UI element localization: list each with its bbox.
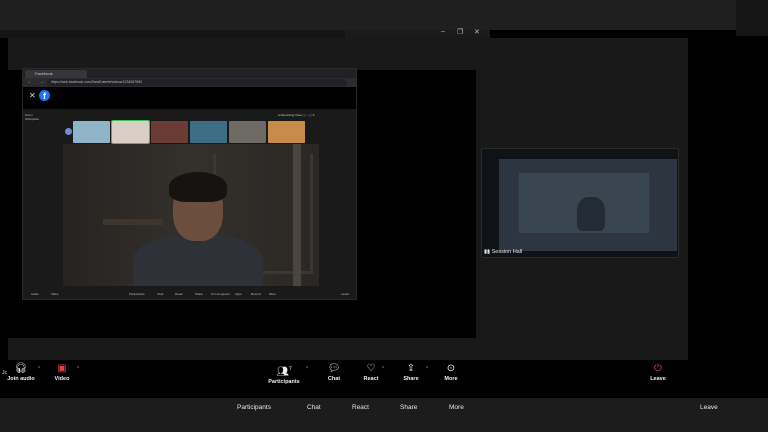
video-options-chevron-icon[interactable]: ⌃ — [76, 366, 80, 372]
speaker-hair — [169, 172, 227, 202]
inner-toolbar-item[interactable]: Participants — [129, 292, 145, 296]
heart-icon: ♡ — [366, 363, 376, 374]
participants-options-chevron-icon[interactable]: ⌃ — [305, 366, 309, 372]
headphones-icon: 🎧︎ — [14, 363, 28, 374]
inner-toolbar-item[interactable]: Video — [51, 292, 59, 296]
bottom-participants[interactable]: Participants — [237, 404, 271, 411]
inner-toolbar-item[interactable]: Chat — [157, 292, 163, 296]
top-title-bar — [0, 0, 736, 30]
participant-thumbnail[interactable] — [73, 121, 110, 143]
inner-toolbar-item[interactable]: Leave — [341, 292, 349, 296]
user-initials: Jc — [2, 370, 7, 376]
bottom-leave[interactable]: Leave — [700, 404, 718, 411]
bottom-react[interactable]: React — [352, 404, 369, 411]
bottom-toolbar-strip: Participants Chat React Share More Leave — [0, 398, 768, 432]
participant-thumbnail[interactable] — [111, 120, 150, 144]
speaker-body — [133, 234, 263, 286]
inner-toolbar-item[interactable]: Record — [251, 292, 261, 296]
share-screen-icon: ⇪ — [406, 363, 416, 374]
restore-button[interactable]: ❐ — [457, 28, 463, 36]
share-button[interactable]: ⇪ Share — [400, 362, 422, 382]
participant-thumbnail[interactable] — [190, 121, 227, 143]
video-button[interactable]: ▣ Video — [50, 362, 74, 382]
inner-zoom-toolbar: Audio Video Participants Chat React Share AI C… — [23, 289, 356, 299]
top-right-panel — [736, 0, 768, 36]
window-strip — [0, 30, 345, 38]
video-off-icon: ▣ — [57, 363, 67, 374]
browser-url-field[interactable]: https://web.facebook.com/SaraDuterte/vid… — [47, 79, 347, 86]
join-audio-button[interactable]: 🎧︎ Join audio — [6, 362, 36, 382]
browser-address-bar: ← → ⟳ https://web.facebook.com/SaraDuter… — [23, 78, 356, 87]
main-speaker-video — [63, 144, 319, 286]
browser-tab[interactable]: Facebook — [25, 70, 87, 78]
bottom-chat[interactable]: Chat — [307, 404, 321, 411]
react-options-chevron-icon[interactable]: ⌃ — [381, 366, 385, 372]
more-icon: ⊙ — [446, 363, 456, 374]
participant-thumbnail[interactable] — [151, 121, 188, 143]
leave-button[interactable]: ⏻ Leave — [648, 362, 668, 382]
more-button[interactable]: ⊙ More — [441, 362, 461, 382]
participant-thumbnail[interactable] — [229, 121, 266, 143]
browser-tab-strip: Facebook — [23, 69, 356, 78]
shelf — [103, 219, 163, 225]
bottom-share[interactable]: Share — [400, 404, 417, 411]
shared-browser-window[interactable]: Facebook ← → ⟳ https://web.facebook.com/… — [22, 68, 357, 300]
participant-thumbnails — [73, 120, 308, 144]
participant-video-session-hall[interactable]: ▮▮ Session Hall — [481, 148, 679, 258]
bottom-more[interactable]: More — [449, 404, 464, 411]
zoom-brand: Zoom Workplace — [25, 113, 40, 121]
projected-person — [577, 197, 605, 231]
inner-toolbar-item[interactable]: More — [269, 292, 276, 296]
audio-options-chevron-icon[interactable]: ⌃ — [37, 366, 41, 372]
chat-button[interactable]: 💬︎ Chat — [324, 362, 344, 382]
facebook-logo-icon: f — [39, 90, 50, 101]
meeting-toolbar: 🎧︎ Join audio ⌃ ▣ Video ⌃ 👥︎7 Participan… — [0, 360, 768, 398]
share-options-chevron-icon[interactable]: ⌃ — [425, 366, 429, 372]
chat-icon: 💬︎ — [327, 363, 341, 374]
inner-toolbar-item[interactable]: Apps — [235, 292, 242, 296]
zoom-window-controls: ● Recording View ▢ – ▢ ✕ — [278, 113, 315, 117]
inner-toolbar-item[interactable]: Share — [195, 292, 203, 296]
inner-toolbar-item[interactable]: React — [175, 292, 183, 296]
inner-zoom-window: Zoom Workplace ● Recording View ▢ – ▢ ✕ … — [23, 109, 356, 299]
participant-name-label: ▮▮ Session Hall — [484, 249, 523, 255]
participants-icon: 👥︎7 — [276, 366, 292, 378]
window-strip-2 — [345, 30, 490, 38]
inner-toolbar-item[interactable]: AI Companion — [211, 292, 230, 296]
react-button[interactable]: ♡ React — [360, 362, 382, 382]
signal-bars-icon: ▮▮ — [484, 249, 492, 255]
close-icon[interactable]: ✕ — [29, 91, 36, 100]
projected-screen — [499, 159, 677, 251]
close-button[interactable]: ✕ — [474, 28, 480, 36]
gallery-left-arrow-icon — [65, 128, 72, 135]
inner-toolbar-item[interactable]: Audio — [31, 292, 39, 296]
leave-icon: ⏻ — [654, 363, 662, 374]
minimize-button[interactable]: – — [441, 28, 445, 35]
participants-button[interactable]: 👥︎7 Participants — [268, 362, 300, 385]
ladder — [293, 144, 301, 286]
participant-thumbnail[interactable] — [268, 121, 305, 143]
